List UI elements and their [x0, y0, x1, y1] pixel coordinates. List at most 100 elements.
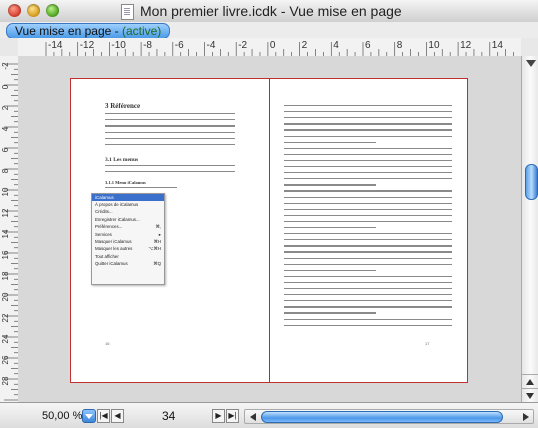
scroll-down-button[interactable] — [522, 388, 538, 403]
ruler-label: 14 — [492, 40, 504, 51]
ruler-label: 6 — [365, 40, 371, 51]
menu-item-shortcut: ▸ — [158, 231, 161, 237]
app-window: Mon premier livre.icdk - Vue mise en pag… — [0, 0, 538, 428]
text-line — [284, 105, 452, 107]
text-line — [284, 306, 452, 308]
menu-item-label: Préférences... — [95, 224, 123, 230]
text-line — [284, 281, 452, 284]
subsection-heading: 3.1 Les menus — [105, 157, 139, 163]
scroll-left-button[interactable] — [247, 410, 259, 423]
text-line — [284, 172, 452, 174]
text-line — [284, 257, 452, 259]
tab-state: (active) — [121, 24, 162, 38]
menu-item-label: À propos de iCalamus — [95, 202, 139, 207]
menu-item: Services ▸ — [92, 231, 164, 238]
menu-item-label: Quitter iCalamus — [95, 261, 128, 267]
text-line — [284, 251, 452, 253]
previous-page-button[interactable]: ◀ — [111, 409, 124, 423]
menu-item-label: Masquer les autres — [95, 246, 133, 252]
text-line — [284, 220, 452, 223]
zoom-level[interactable]: 50,00 % — [42, 410, 82, 422]
text-line — [284, 239, 452, 241]
text-line — [284, 123, 452, 125]
close-window-button[interactable] — [8, 4, 21, 17]
ruler-label: 12 — [460, 40, 472, 51]
last-page-button[interactable]: ▶| — [226, 409, 239, 423]
zoom-window-button[interactable] — [46, 4, 59, 17]
ruler-label: 16 — [1, 250, 10, 259]
menu-item-label: Enregistrer iCalamus... — [95, 216, 140, 222]
next-page-button[interactable]: ▶ — [212, 409, 225, 423]
ruler-label: 2 — [302, 40, 308, 51]
horizontal-scroll-thumb[interactable] — [261, 411, 503, 423]
text-line — [284, 324, 452, 326]
scroll-right-button[interactable] — [519, 410, 531, 423]
page-number-field[interactable]: 34 — [162, 409, 175, 423]
text-line — [284, 263, 452, 265]
menu-item-label: Masquer iCalamus — [95, 238, 132, 244]
text-line — [284, 166, 452, 168]
vertical-ruler-ticks: -20246810121416182022242628 — [1, 62, 18, 401]
ruler-label: 24 — [1, 334, 10, 343]
ruler-label: 12 — [1, 208, 10, 217]
text-line — [284, 300, 452, 302]
menu-item: Préférences... ⌘, — [92, 223, 164, 230]
text-line — [284, 117, 452, 119]
horizontal-scrollbar[interactable] — [244, 409, 534, 424]
ruler-label: 10 — [428, 40, 440, 51]
left-page-number: 16 — [105, 341, 110, 346]
menu-item: Crédits... — [92, 208, 164, 215]
ruler-label: 8 — [397, 40, 403, 51]
ruler-label: 8 — [1, 168, 10, 173]
text-line — [105, 165, 235, 167]
text-line — [105, 171, 235, 173]
text-line — [284, 294, 452, 296]
menu-item-label: Crédits... — [95, 209, 113, 215]
text-line — [284, 208, 452, 210]
vertical-ruler[interactable]: -2 0 2 4 6 8 10 12 14 16 18 20 22 24 26 28 — [0, 56, 19, 402]
minimize-window-button[interactable] — [27, 4, 40, 17]
ruler-label: 4 — [1, 126, 10, 131]
menu-screenshot: iCalamus À propos de iCalamus Crédits...… — [91, 193, 165, 285]
tab-layout-view[interactable]: Vue mise en page - (active) — [6, 23, 171, 39]
text-line — [284, 245, 452, 247]
horizontal-ruler[interactable]: -14 -12 -10 -8 -6 -4 -2 0 2 4 6 8 10 12 14 — [18, 38, 521, 57]
text-line — [284, 196, 452, 198]
menu-item-shortcut: ⌘H — [153, 238, 161, 244]
text-line — [284, 129, 452, 131]
right-page[interactable]: 17 — [269, 78, 468, 383]
menu-item: Enregistrer iCalamus... — [92, 216, 164, 223]
ruler-label: -6 — [175, 40, 184, 51]
menu-item-label: Tout afficher — [95, 253, 119, 259]
left-page[interactable]: 3 Référence 3.1 Les menus 3.1.1 Menu iCa… — [70, 78, 269, 383]
menu-item-label: Services — [95, 231, 112, 237]
menu-item: Masquer les autres ⌥⌘H — [92, 245, 164, 252]
text-line — [284, 147, 452, 149]
menu-item: Quitter iCalamus ⌘Q — [92, 260, 164, 267]
menu-item-shortcut: ⌥⌘H — [148, 246, 161, 252]
ruler-corner[interactable] — [0, 38, 19, 57]
document-icon[interactable] — [121, 4, 134, 20]
menu-item: Masquer iCalamus ⌘H — [92, 238, 164, 245]
ruler-label: 14 — [1, 229, 10, 238]
text-line — [284, 111, 452, 113]
scroll-up-button[interactable] — [522, 374, 538, 389]
text-line — [105, 131, 235, 133]
layout-canvas[interactable]: 3 Référence 3.1 Les menus 3.1.1 Menu iCa… — [18, 56, 521, 402]
text-line — [284, 184, 377, 186]
text-line — [284, 153, 452, 156]
ruler-label: -2 — [238, 40, 247, 51]
scroll-top-icon[interactable] — [526, 60, 536, 67]
ruler-label: -2 — [1, 62, 10, 70]
vertical-scrollbar[interactable] — [521, 56, 538, 402]
ruler-label: 10 — [1, 187, 10, 196]
menu-title: iCalamus — [92, 194, 164, 201]
first-page-button[interactable]: |◀ — [97, 409, 110, 423]
zoom-dropdown-button[interactable] — [82, 409, 96, 423]
ruler-label: -14 — [48, 40, 63, 51]
section-heading: 3 Référence — [105, 102, 141, 110]
vertical-scroll-thumb[interactable] — [525, 164, 538, 200]
ruler-label: -8 — [143, 40, 152, 51]
text-line — [105, 144, 235, 146]
text-line — [105, 125, 235, 127]
